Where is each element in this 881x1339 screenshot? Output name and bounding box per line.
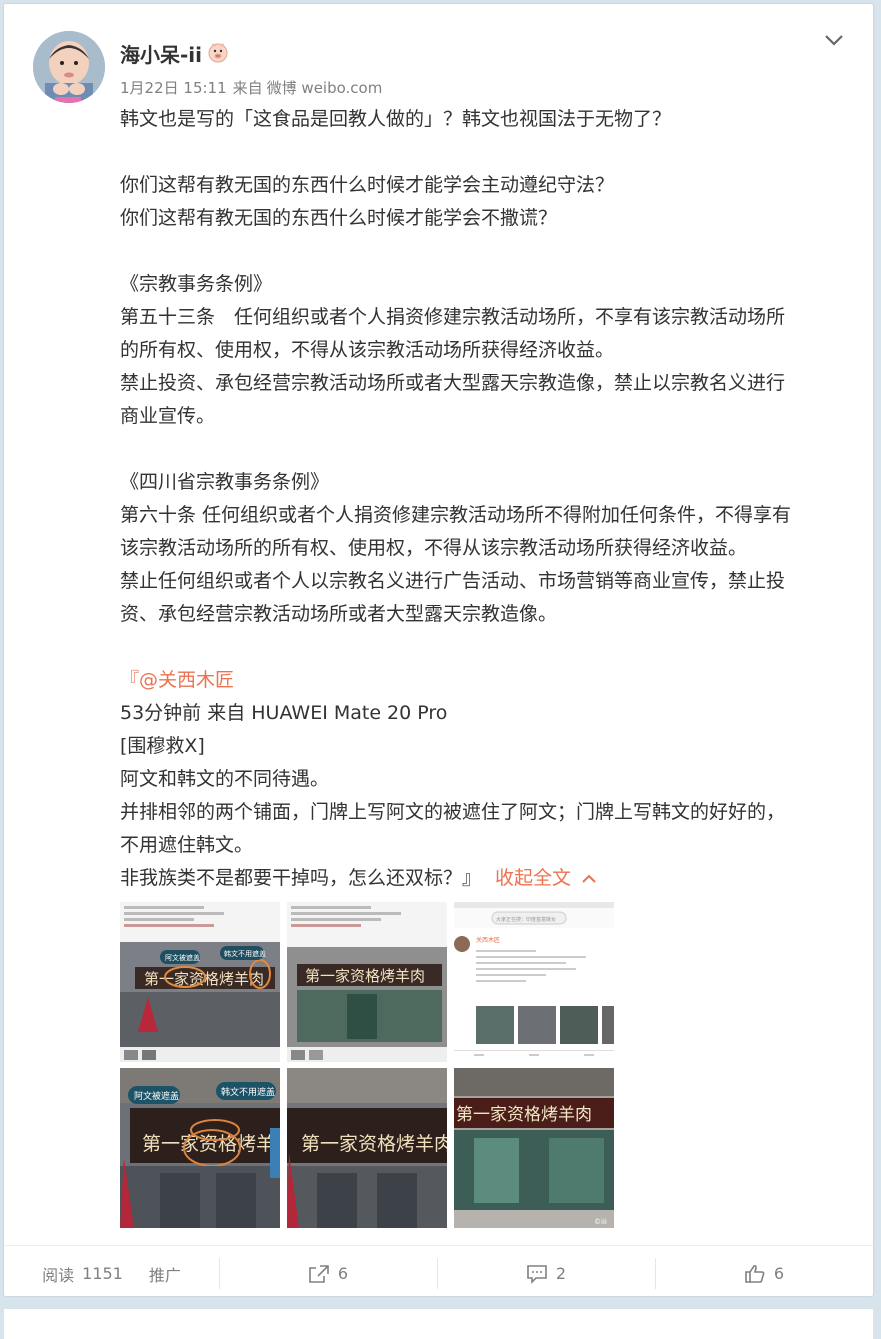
last-line-text: 非我族类不是都要干掉吗，怎么还双标？』 — [120, 867, 482, 889]
username-link[interactable]: 海小呆-ii — [120, 39, 202, 68]
quote-line-mention: 『@关西木匠 — [120, 664, 850, 697]
like-button[interactable]: 6 — [655, 1246, 873, 1301]
quote-line: 阿文和韩文的不同待遇。 — [120, 768, 330, 790]
source-name[interactable]: 微博 weibo.com — [267, 79, 383, 97]
text-line: 第六十条 任何组织或者个人捐资修建宗教活动场所不得附加任何条件，不得享有 — [120, 504, 792, 526]
text-line: 《四川省宗教事务条例》 — [120, 471, 330, 493]
banner-text: 第一家资格烤羊肉 — [142, 1133, 280, 1155]
chevron-down-icon[interactable] — [822, 28, 846, 52]
quote-line: 53分钟前 来自 HUAWEI Mate 20 Pro — [120, 702, 448, 724]
text-line: 你们这帮有教无国的东西什么时候才能学会主动遵纪守法？ — [120, 174, 615, 196]
read-number: 1151 — [82, 1264, 123, 1283]
text-line: 的所有权、使用权，不得从该宗教活动场所获得经济收益。 — [120, 339, 615, 361]
thumb-label: 阿文被遮盖 — [165, 953, 200, 962]
collapse-label: 收起全文 — [495, 867, 572, 889]
pig-face-icon — [207, 41, 229, 63]
quote-open: 『 — [120, 669, 140, 691]
gallery-image-1[interactable]: 第一家资格烤羊肉 阿文被遮盖 韩文不用遮盖 — [120, 902, 280, 1062]
search-placeholder: 大家正在搜：印度首富嫁女 — [496, 916, 556, 923]
gallery-image-5[interactable]: 第一家资格烤羊肉 — [287, 1068, 447, 1228]
text-gap — [120, 631, 850, 664]
text-line: 第五十三条 任何组织或者个人捐资修建宗教活动场所，不享有该宗教活动场所 — [120, 306, 786, 328]
text-gap — [120, 136, 850, 169]
next-post-card — [4, 1309, 873, 1339]
quote-last-line: 非我族类不是都要干掉吗，怎么还双标？』 收起全文 — [120, 862, 850, 895]
screenshot-user: 关西木匠 — [476, 936, 500, 944]
post-text: 韩文也是写的「这食品是回教人做的」？韩文也视国法于无物了？ 你们这帮有教无国的东… — [120, 103, 850, 895]
comment-button[interactable]: 2 — [437, 1246, 655, 1301]
quote-line: 并排相邻的两个铺面，门牌上写阿文的被遮住了阿文；门牌上写韩文的好好的， — [120, 801, 786, 823]
text-line: 你们这帮有教无国的东西什么时候才能学会不撒谎？ — [120, 207, 558, 229]
banner-text: 第一家资格烤羊肉 — [456, 1105, 592, 1125]
text-line: 禁止投资、承包经营宗教活动场所或者大型露天宗教造像，禁止以宗教名义进行 — [120, 372, 786, 394]
image-watermark: ©iii — [594, 1218, 607, 1226]
mention-link[interactable]: @关西木匠 — [139, 669, 234, 691]
image-label-not-covered: 韩文不用遮盖 — [221, 1086, 275, 1098]
post-footer: 阅读 1151 推广 6 2 6 — [4, 1245, 873, 1301]
banner-text: 第一家资格烤羊肉 — [305, 967, 425, 985]
post-time[interactable]: 1月22日 15:11 — [120, 79, 227, 97]
share-icon — [309, 1264, 329, 1283]
gallery-image-3[interactable]: 大家正在搜：印度首富嫁女 关西木匠 — [454, 902, 614, 1062]
read-count: 阅读 1151 推广 — [4, 1246, 219, 1301]
thumbs-up-icon — [745, 1264, 765, 1283]
banner-text: 第一家资格烤羊肉 — [301, 1133, 447, 1155]
weibo-post-card: 海小呆-ii 1月22日 15:11 来自 微博 weibo.com 韩文也是写的「… — [4, 4, 873, 1296]
text-line: 《宗教事务条例》 — [120, 273, 273, 295]
thumb-label: 韩文不用遮盖 — [224, 949, 266, 958]
collapse-text-link[interactable]: 收起全文 — [495, 867, 597, 889]
text-gap — [120, 433, 850, 466]
chevron-up-icon — [582, 874, 596, 883]
text-line: 禁止任何组织或者个人以宗教名义进行广告活动、市场营销等商业宣传，禁止投 — [120, 570, 786, 592]
text-line: 该宗教活动场所的所有权、使用权，不得从该宗教活动场所获得经济收益。 — [120, 537, 748, 559]
post-meta: 1月22日 15:11 来自 微博 weibo.com — [120, 77, 388, 98]
text-line: 资、承包经营宗教活动场所或者大型露天宗教造像。 — [120, 603, 558, 625]
quote-line: 不用遮住韩文。 — [120, 834, 254, 856]
quote-line: [围穆救X] — [120, 735, 205, 757]
gallery-image-2[interactable]: 第一家资格烤羊肉 — [287, 902, 447, 1062]
text-line: 商业宣传。 — [120, 405, 216, 427]
repost-count: 6 — [337, 1264, 349, 1283]
text-line: 韩文也是写的「这食品是回教人做的」？韩文也视国法于无物了？ — [120, 108, 672, 130]
source-prefix: 来自 — [232, 79, 263, 97]
read-label: 阅读 — [42, 1265, 75, 1285]
comment-count: 2 — [555, 1264, 567, 1283]
gallery-image-6[interactable]: 第一家资格烤羊肉 ©iii — [454, 1068, 614, 1228]
comment-icon — [527, 1264, 547, 1284]
user-avatar[interactable] — [33, 31, 105, 103]
gallery-image-4[interactable]: 第一家资格烤羊肉 阿文被遮盖 韩文不用遮盖 — [120, 1068, 280, 1228]
promote-button[interactable]: 推广 — [149, 1262, 181, 1286]
text-gap — [120, 235, 850, 268]
image-label-covered: 阿文被遮盖 — [134, 1090, 179, 1102]
image-gallery: 第一家资格烤羊肉 阿文被遮盖 韩文不用遮盖 第一家资格烤羊肉 大家正在搜：印度首… — [120, 902, 615, 1228]
like-count: 6 — [773, 1264, 785, 1283]
repost-button[interactable]: 6 — [219, 1246, 437, 1301]
